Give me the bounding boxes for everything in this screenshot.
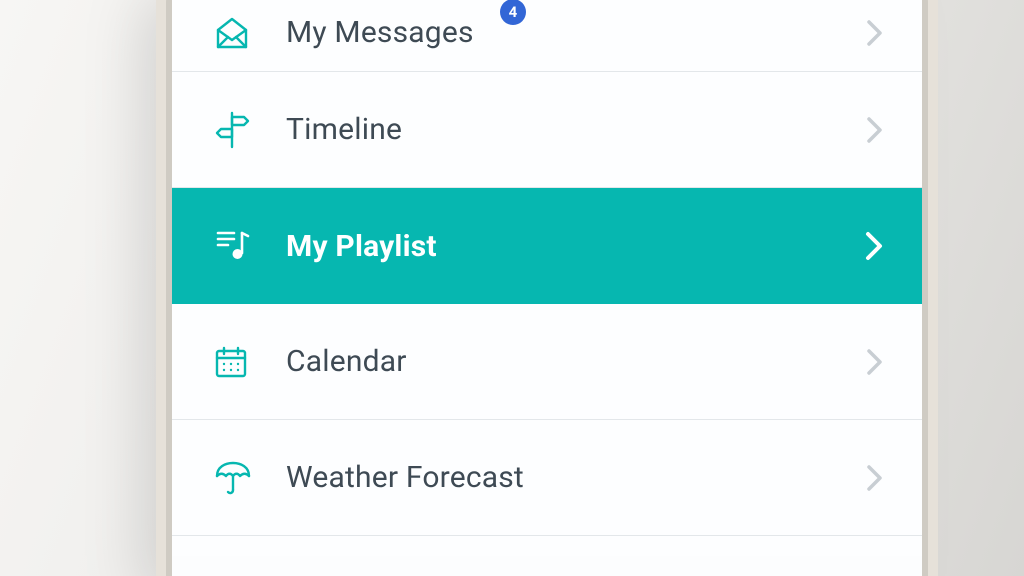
menu-item-peek [172,536,922,556]
chevron-right-icon [866,463,884,493]
menu-item-label: My Messages4 [286,15,866,50]
menu-item-weather[interactable]: Weather Forecast [172,420,922,536]
chevron-right-icon [864,229,884,263]
messages-badge: 4 [500,0,526,25]
menu-item-label: Weather Forecast [286,460,866,495]
menu-item-label: Calendar [286,344,866,379]
calendar-icon [214,345,270,379]
menu-item-messages[interactable]: My Messages4 [172,0,922,72]
chevron-right-icon [866,347,884,377]
menu-item-calendar[interactable]: Calendar [172,304,922,420]
screen: My Messages4 [172,0,922,576]
menu-item-playlist[interactable]: My Playlist [172,188,922,304]
umbrella-icon [214,460,270,496]
device-bezel: My Messages4 [166,0,928,576]
envelope-icon [214,16,270,50]
menu-item-timeline[interactable]: Timeline [172,72,922,188]
menu-item-label: My Playlist [286,229,864,264]
chevron-right-icon [866,18,884,48]
music-note-icon [214,227,270,265]
signpost-icon [214,111,270,149]
menu-item-label: Timeline [286,112,866,147]
chevron-right-icon [866,115,884,145]
device-frame: My Messages4 [156,0,938,576]
menu-list: My Messages4 [172,0,922,556]
